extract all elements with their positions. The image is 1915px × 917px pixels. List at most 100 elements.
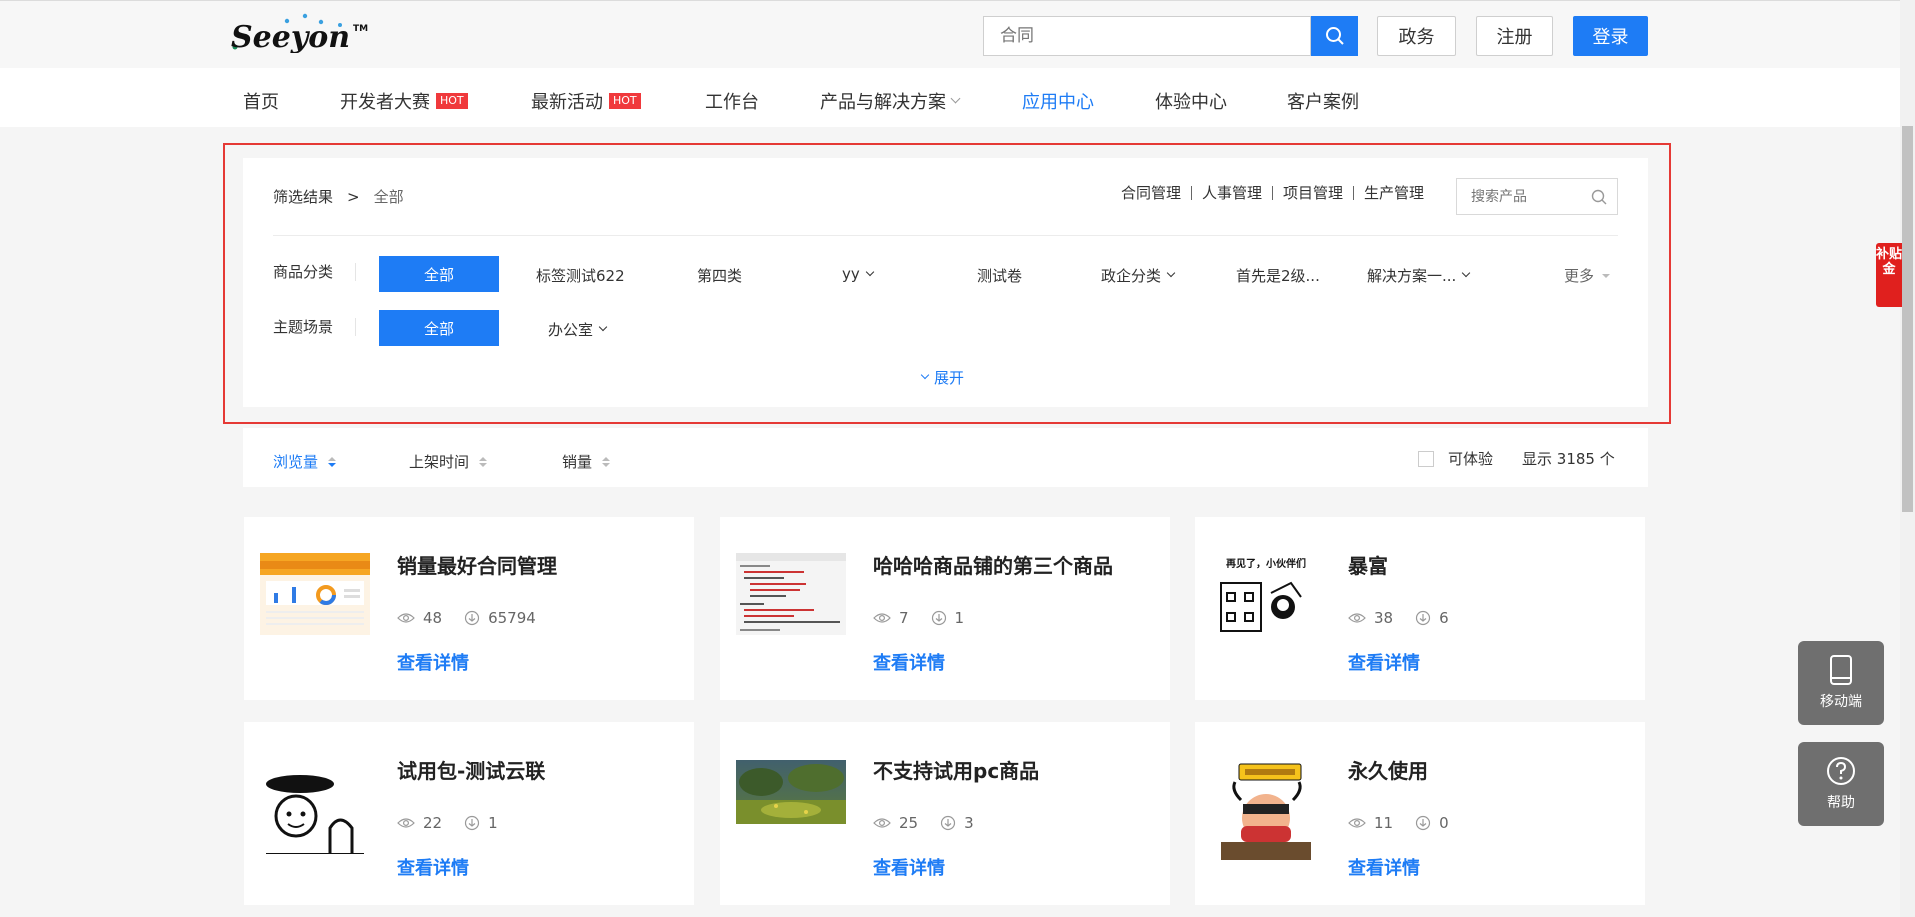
thumbnail-caption: 再见了，小伙伴们 — [1226, 557, 1306, 570]
product-title[interactable]: 试用包-测试云联 — [397, 755, 545, 784]
product-card[interactable]: 试用包-测试云联 22 1 查看详情 — [244, 722, 694, 905]
category-label: 标签测试622 — [536, 267, 625, 285]
sort-icon — [602, 456, 611, 467]
product-thumbnail — [1211, 760, 1321, 860]
nav-products-solutions[interactable]: 产品与解决方案 — [820, 88, 961, 114]
mobile-button[interactable]: 移动端 — [1798, 641, 1884, 725]
filter-divider — [273, 235, 1618, 236]
nav-experience-center[interactable]: 体验中心 — [1155, 88, 1227, 114]
nav-label: 工作台 — [705, 92, 759, 113]
product-title[interactable]: 销量最好合同管理 — [397, 550, 557, 579]
downloads-stat: 6 — [1415, 609, 1449, 627]
register-button[interactable]: 注册 — [1476, 16, 1553, 56]
views-stat: 11 — [1348, 814, 1393, 832]
gov-button[interactable]: 政务 — [1377, 16, 1456, 56]
trial-filter[interactable]: 可体验 — [1418, 448, 1493, 469]
view-details-link[interactable]: 查看详情 — [873, 649, 945, 675]
nav-home[interactable]: 首页 — [243, 88, 279, 114]
view-details-link[interactable]: 查看详情 — [397, 649, 469, 675]
product-title[interactable]: 哈哈哈商品铺的第三个商品 — [873, 550, 1113, 579]
product-thumbnail — [260, 553, 370, 635]
product-stats: 11 0 — [1348, 814, 1471, 832]
login-button[interactable]: 登录 — [1573, 16, 1648, 56]
trial-label: 可体验 — [1448, 450, 1494, 468]
view-details-link[interactable]: 查看详情 — [397, 854, 469, 880]
category-row-label: 商品分类 — [273, 263, 357, 281]
expand-toggle[interactable]: 展开 — [920, 367, 964, 388]
category-item[interactable]: 政企分类 — [1101, 265, 1176, 286]
more-label: 更多 — [1564, 267, 1595, 285]
sort-by-time[interactable]: 上架时间 — [409, 451, 488, 472]
category-item[interactable]: 首先是2级... — [1236, 265, 1320, 286]
product-title[interactable]: 暴富 — [1348, 550, 1388, 579]
nav-dev-contest[interactable]: 开发者大赛 HOT — [340, 88, 468, 114]
nav-label: 客户案例 — [1287, 92, 1359, 113]
views-count: 48 — [423, 609, 443, 627]
view-details-link[interactable]: 查看详情 — [873, 854, 945, 880]
category-item[interactable]: 第四类 — [697, 265, 742, 286]
header-search-button[interactable] — [1311, 16, 1358, 56]
category-label: 首先是2级... — [1236, 267, 1320, 285]
trial-checkbox[interactable] — [1418, 450, 1434, 467]
count-suffix: 个 — [1599, 450, 1615, 468]
product-title[interactable]: 永久使用 — [1348, 755, 1428, 784]
nav-customer-cases[interactable]: 客户案例 — [1287, 88, 1359, 114]
theme-item[interactable]: 办公室 — [548, 319, 608, 340]
downloads-count: 6 — [1439, 609, 1449, 627]
sort-icon — [479, 456, 488, 467]
nav-app-center[interactable]: 应用中心 — [1022, 88, 1094, 114]
category-all-chip[interactable]: 全部 — [379, 256, 499, 292]
download-icon — [1415, 815, 1431, 831]
product-card[interactable]: 哈哈哈商品铺的第三个商品 7 1 查看详情 — [720, 517, 1170, 700]
downloads-count: 3 — [964, 814, 974, 832]
download-icon — [464, 610, 480, 626]
category-item[interactable]: 测试卷 — [977, 265, 1022, 286]
category-item[interactable]: yy — [842, 265, 875, 283]
main-nav: 首页 开发者大赛 HOT 最新活动 HOT 工作台 产品与解决方案 应用中心 体验中… — [0, 68, 1900, 127]
help-button[interactable]: 帮助 — [1798, 742, 1884, 826]
subsidy-tab[interactable]: 补贴金 — [1876, 243, 1902, 307]
category-more[interactable]: 更多 — [1564, 265, 1611, 286]
download-icon — [931, 610, 946, 626]
sort-by-views[interactable]: 浏览量 — [273, 451, 337, 472]
downloads-count: 1 — [954, 609, 965, 627]
search-icon[interactable] — [1591, 189, 1607, 205]
product-search-box[interactable] — [1456, 178, 1618, 215]
header-search-box[interactable] — [983, 16, 1311, 56]
quick-link-contract[interactable]: 合同管理 — [1121, 186, 1191, 201]
nav-workbench[interactable]: 工作台 — [705, 88, 759, 114]
sort-by-sales[interactable]: 销量 — [562, 451, 611, 472]
product-card[interactable]: 不支持试用pc商品 25 3 查看详情 — [720, 722, 1170, 905]
product-thumbnail — [736, 553, 846, 635]
product-card[interactable]: 再见了，小伙伴们 暴富 38 6 查看详情 — [1195, 517, 1645, 700]
downloads-count: 1 — [488, 814, 498, 832]
quick-link-production[interactable]: 生产管理 — [1353, 186, 1434, 201]
quick-link-hr[interactable]: 人事管理 — [1191, 186, 1272, 201]
category-item[interactable]: 解决方案一... — [1367, 265, 1471, 286]
product-title[interactable]: 不支持试用pc商品 — [873, 755, 1039, 784]
header-search-input[interactable] — [984, 17, 1310, 55]
product-stats: 7 1 — [873, 609, 986, 627]
view-details-link[interactable]: 查看详情 — [1348, 854, 1420, 880]
product-thumbnail — [260, 772, 370, 854]
nav-latest-events[interactable]: 最新活动 HOT — [531, 88, 641, 114]
category-label: 第四类 — [697, 267, 743, 285]
views-stat: 22 — [397, 814, 442, 832]
category-label: 政企分类 — [1101, 267, 1162, 285]
theme-all-chip[interactable]: 全部 — [379, 310, 499, 346]
downloads-stat: 1 — [931, 609, 965, 627]
seeyon-logo[interactable]: Seeyon TM — [225, 13, 375, 53]
product-card[interactable]: 永久使用 11 0 查看详情 — [1195, 722, 1645, 905]
theme-label: 办公室 — [548, 321, 594, 339]
category-item[interactable]: 标签测试622 — [536, 265, 625, 286]
hot-badge: HOT — [609, 93, 641, 109]
theme-row-label: 主题场景 — [273, 318, 357, 336]
crumb-current[interactable]: 全部 — [374, 188, 404, 206]
quick-links: 合同管理 人事管理 项目管理 生产管理 — [1121, 186, 1434, 201]
downloads-count: 0 — [1439, 814, 1449, 832]
product-card[interactable]: 销量最好合同管理 48 65794 查看详情 — [244, 517, 694, 700]
quick-link-project[interactable]: 项目管理 — [1272, 186, 1353, 201]
scrollbar-thumb[interactable] — [1902, 126, 1913, 512]
view-details-link[interactable]: 查看详情 — [1348, 649, 1420, 675]
sort-label: 上架时间 — [409, 453, 470, 471]
